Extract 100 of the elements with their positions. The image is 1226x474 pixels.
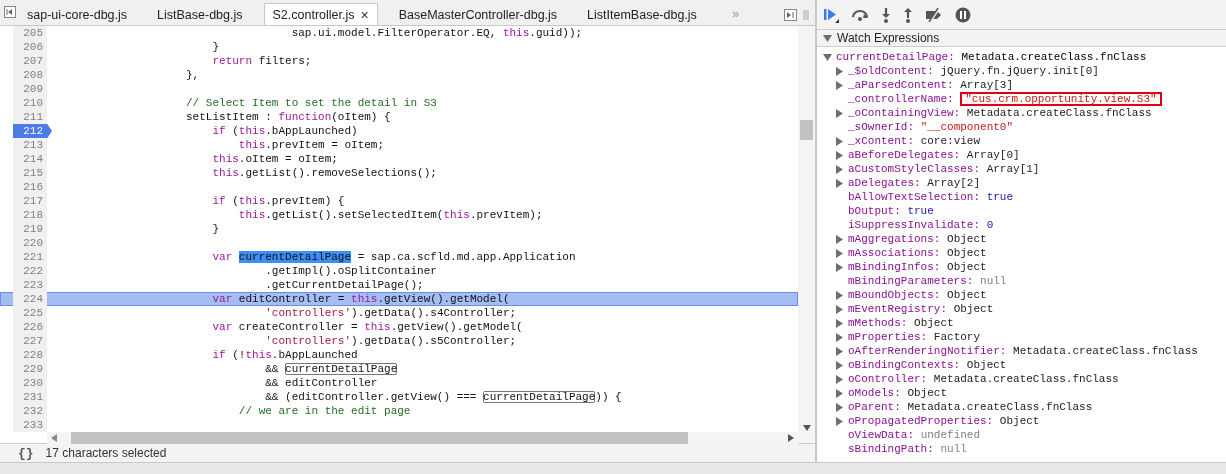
deactivate-breakpoints-icon[interactable]: [925, 7, 943, 22]
line-number[interactable]: 226: [13, 320, 47, 334]
property-value: Object: [947, 288, 987, 302]
toggle-debugger-icon[interactable]: [784, 9, 797, 21]
line-number[interactable]: 230: [13, 376, 47, 390]
line-number[interactable]: 233: [13, 418, 47, 432]
expand-triangle-icon[interactable]: [835, 66, 844, 76]
line-number[interactable]: 218: [13, 208, 47, 222]
step-into-icon[interactable]: [881, 6, 891, 23]
pause-icon[interactable]: [955, 6, 971, 23]
code-line: sap.ui.model.FilterOperator.EQ, this.guid));: [290, 26, 583, 40]
line-number[interactable]: 213: [13, 138, 47, 152]
line-number[interactable]: 232: [13, 404, 47, 418]
line-number[interactable]: 214: [13, 152, 47, 166]
line-number[interactable]: 207: [13, 54, 47, 68]
property-name: _oContainingView:: [848, 106, 961, 120]
expand-triangle-icon[interactable]: [835, 150, 844, 160]
code-line: .getCurrentDetailPage();: [264, 278, 424, 292]
line-number[interactable]: 211: [13, 110, 47, 124]
line-number[interactable]: 209: [13, 82, 47, 96]
scrollbar-thumb[interactable]: [800, 120, 813, 140]
property-value: Array[2]: [927, 176, 981, 190]
line-number[interactable]: 216: [13, 180, 47, 194]
code-line: var currentDetailPage = sap.ca.scfld.md.app.Application: [211, 250, 576, 264]
property-name: _$oldContent:: [848, 64, 934, 78]
line-number[interactable]: 224: [13, 292, 47, 306]
property-name: aDelegates:: [848, 176, 921, 190]
expand-triangle-icon[interactable]: [835, 388, 844, 398]
line-number[interactable]: 210: [13, 96, 47, 110]
property-value: Array[1]: [986, 162, 1040, 176]
resume-icon[interactable]: [823, 6, 839, 23]
expand-triangle-icon[interactable]: [835, 178, 844, 188]
expand-triangle-icon[interactable]: [835, 318, 844, 328]
property-value: Factory: [933, 330, 981, 344]
line-number[interactable]: 219: [13, 222, 47, 236]
scroll-right-icon[interactable]: [788, 434, 794, 442]
line-number[interactable]: 205: [13, 26, 47, 40]
more-tabs-button[interactable]: »: [731, 6, 740, 21]
expand-triangle-icon[interactable]: [835, 262, 844, 272]
file-tab[interactable]: S2.controller.js ×: [263, 3, 378, 25]
collapse-triangle-icon[interactable]: [823, 33, 832, 43]
file-tab[interactable]: sap-ui-core-dbg.js: [18, 3, 137, 25]
horizontal-scrollbar[interactable]: [47, 432, 798, 444]
line-number[interactable]: 222: [13, 264, 47, 278]
property-name: oModels:: [848, 386, 901, 400]
watch-expressions-header[interactable]: Watch Expressions: [817, 30, 1226, 47]
code-line: 'controllers').getData().s4Controller;: [264, 306, 517, 320]
scrollbar-thumb[interactable]: [71, 432, 688, 444]
expand-triangle-icon[interactable]: [835, 416, 844, 426]
vertical-scrollbar[interactable]: [798, 26, 815, 443]
line-number[interactable]: 215: [13, 166, 47, 180]
selection-status: 17 characters selected: [45, 446, 167, 460]
expand-triangle-icon[interactable]: [835, 290, 844, 300]
expand-triangle-icon[interactable]: [835, 164, 844, 174]
line-number[interactable]: 220: [13, 236, 47, 250]
scroll-left-icon[interactable]: [51, 434, 57, 442]
file-tab[interactable]: ListBase-dbg.js: [148, 3, 252, 25]
line-number[interactable]: 225: [13, 306, 47, 320]
property-value: jQuery.fn.jQuery.init[0]: [940, 64, 1099, 78]
pretty-print-button[interactable]: {}: [18, 445, 34, 461]
line-number[interactable]: 212: [13, 124, 52, 138]
line-number[interactable]: 217: [13, 194, 47, 208]
close-icon[interactable]: ×: [360, 6, 369, 23]
expand-triangle-icon[interactable]: [835, 304, 844, 314]
property-name: oPropagatedProperties:: [848, 414, 994, 428]
line-number[interactable]: 227: [13, 334, 47, 348]
code-line: this.getList().setSelectedItem(this.prevItem);: [237, 208, 543, 222]
expand-triangle-icon[interactable]: [835, 402, 844, 412]
property-value: Array[0]: [966, 148, 1020, 162]
code-line: setListItem : function(oItem) {: [185, 110, 391, 124]
step-out-icon[interactable]: [903, 6, 913, 23]
expand-triangle-icon[interactable]: [835, 234, 844, 244]
toggle-sidebar-icon[interactable]: [4, 6, 16, 18]
line-number[interactable]: 208: [13, 68, 47, 82]
property-value: Object: [914, 316, 954, 330]
watch-expression: currentDetailPage: Metadata.createClass.fnClass: [836, 50, 1147, 64]
expand-triangle-icon[interactable]: [835, 136, 844, 146]
code-line: },: [185, 68, 200, 82]
expand-triangle-icon[interactable]: [835, 332, 844, 342]
expand-triangle-icon[interactable]: [835, 346, 844, 356]
expand-triangle-icon[interactable]: [835, 248, 844, 258]
line-number[interactable]: 223: [13, 278, 47, 292]
file-tab[interactable]: BaseMasterController-dbg.js: [389, 3, 567, 25]
expand-triangle-icon[interactable]: [835, 374, 844, 384]
line-number[interactable]: 229: [13, 362, 47, 376]
code-line: }: [211, 222, 220, 236]
line-number[interactable]: 228: [13, 348, 47, 362]
expand-triangle-icon[interactable]: [835, 360, 844, 370]
property-value: Object: [947, 232, 987, 246]
scroll-down-icon[interactable]: [802, 425, 811, 431]
property-value: Object: [966, 358, 1007, 372]
drag-handle-icon[interactable]: [803, 9, 809, 21]
step-over-icon[interactable]: [851, 7, 869, 22]
file-tab[interactable]: ListItemBase-dbg.js: [578, 3, 706, 25]
line-number[interactable]: 221: [13, 250, 47, 264]
expand-triangle-icon[interactable]: [835, 108, 844, 118]
expand-triangle-icon[interactable]: [835, 80, 844, 90]
line-number[interactable]: 206: [13, 40, 47, 54]
expand-triangle-icon[interactable]: [823, 52, 832, 62]
line-number[interactable]: 231: [13, 390, 47, 404]
